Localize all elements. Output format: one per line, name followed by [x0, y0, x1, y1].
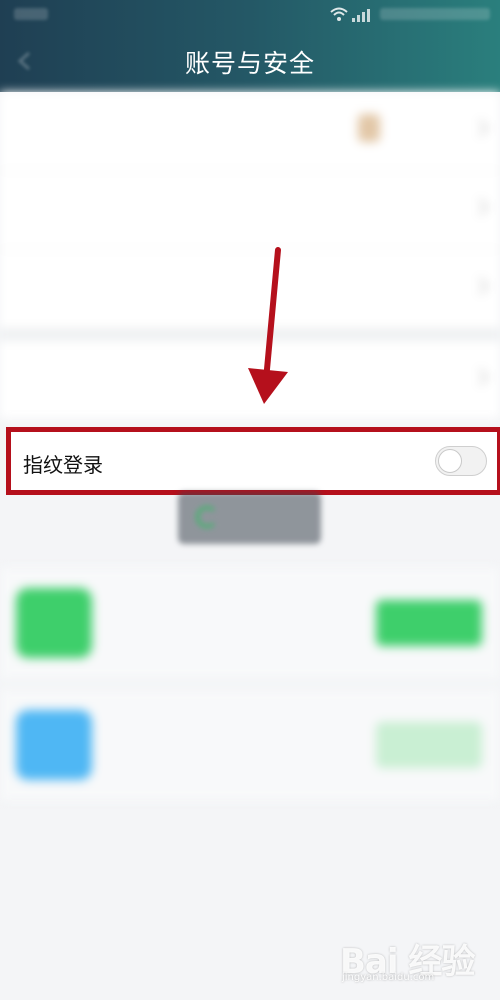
status-bar-carrier: [14, 8, 48, 20]
spinner-icon: [196, 506, 218, 528]
status-bar-battery-time: [380, 8, 490, 20]
settings-row[interactable]: [0, 171, 500, 250]
app-icon: [16, 710, 92, 780]
settings-row[interactable]: [0, 92, 500, 171]
signal-icon: [352, 8, 370, 22]
list-item[interactable]: [0, 568, 500, 678]
app-action-button[interactable]: [376, 600, 482, 646]
app-header: 账号与安全: [0, 0, 500, 92]
wifi-icon: [330, 7, 348, 21]
list-item[interactable]: [0, 690, 500, 800]
avatar: [358, 114, 380, 142]
fingerprint-login-label: 指纹登录: [23, 453, 103, 477]
watermark-url: jingyan.baidu.com: [342, 972, 435, 983]
chevron-right-icon: [471, 368, 489, 386]
toggle-knob: [438, 449, 462, 473]
status-bar: [0, 0, 500, 34]
chevron-right-icon: [471, 198, 489, 216]
loading-toast: [178, 492, 321, 544]
phone-app-icon: [16, 588, 92, 658]
page-title: 账号与安全: [184, 49, 315, 78]
chevron-right-icon: [471, 119, 489, 137]
fingerprint-login-toggle[interactable]: [435, 446, 487, 476]
chevron-right-icon: [471, 277, 489, 295]
annotation-arrow: [248, 247, 288, 404]
app-action-button[interactable]: [376, 722, 482, 768]
fingerprint-login-row[interactable]: 指纹登录: [6, 427, 500, 495]
baidu-jingyan-watermark: Bai 经验 jingyan.baidu.com: [340, 930, 490, 990]
